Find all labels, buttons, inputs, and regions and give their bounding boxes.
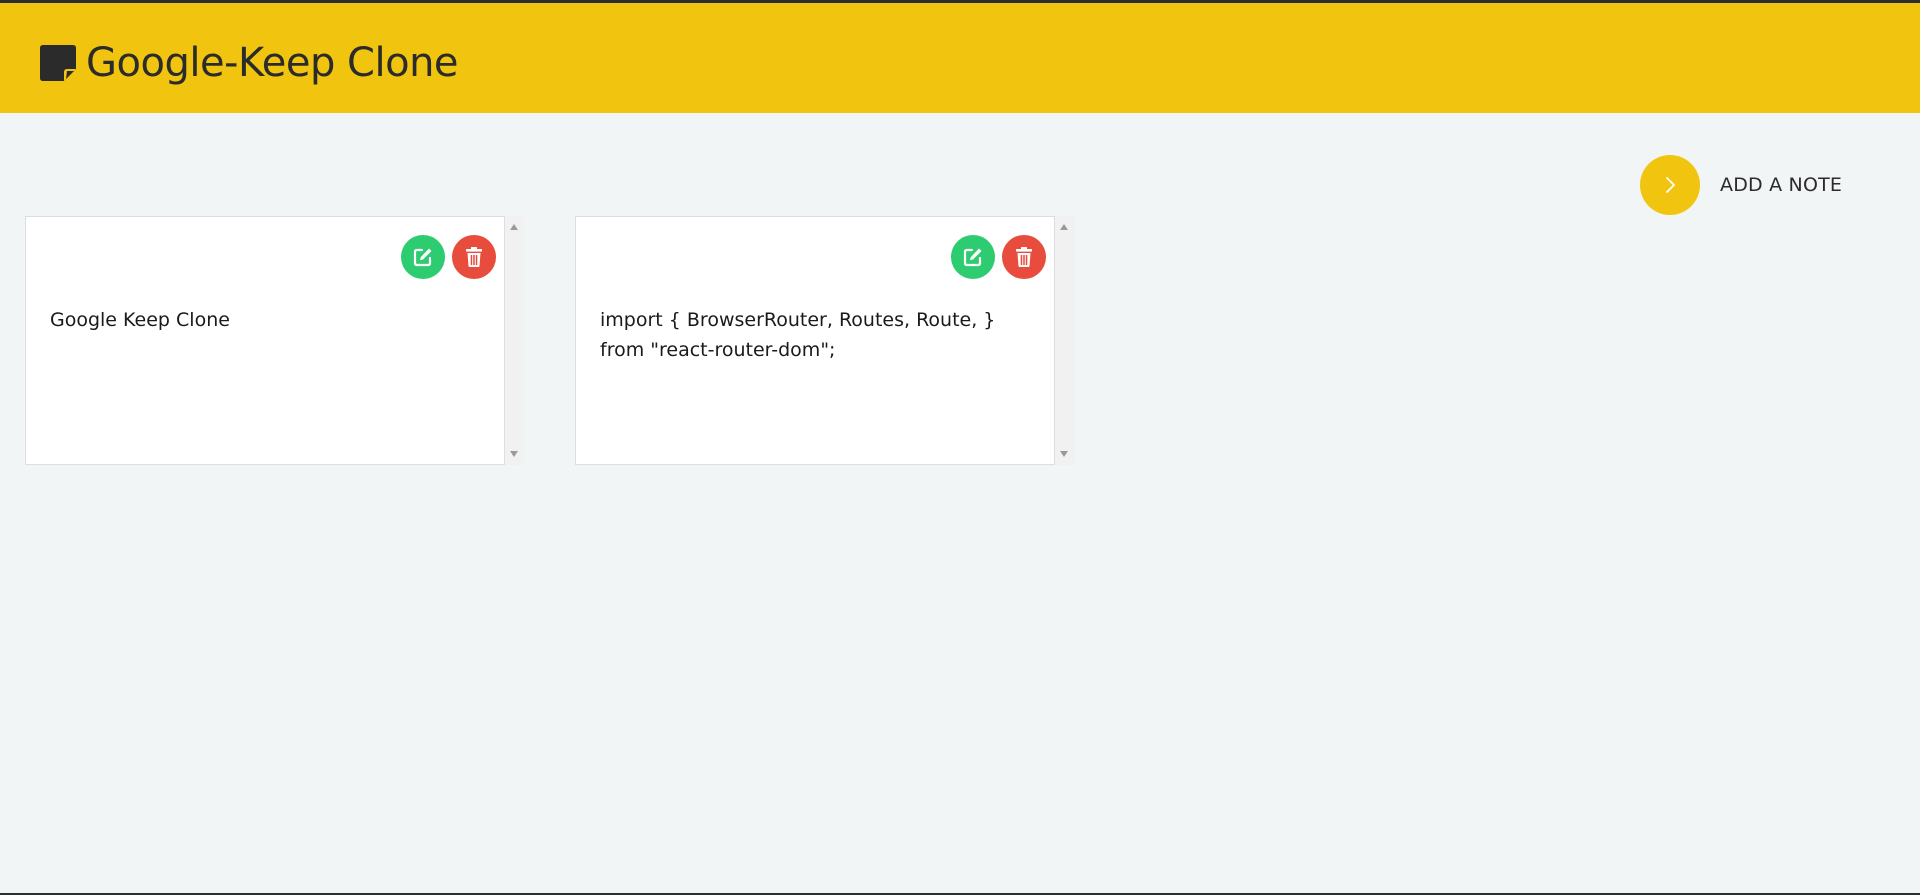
add-note-label[interactable]: ADD A NOTE — [1720, 174, 1842, 196]
edit-icon — [963, 248, 982, 267]
delete-note-button[interactable] — [452, 235, 496, 279]
add-note-button[interactable]: ADD A NOTE — [1640, 155, 1842, 215]
brand: Google-Keep Clone — [40, 40, 459, 86]
trash-icon — [1016, 247, 1032, 267]
note-body: Google Keep Clone — [25, 216, 505, 465]
chevron-right-icon — [1666, 177, 1675, 193]
note-scrollbar[interactable] — [1055, 216, 1074, 465]
note-text[interactable]: import { BrowserRouter, Routes, Route, }… — [600, 305, 1030, 365]
edit-note-button[interactable] — [951, 235, 995, 279]
delete-note-button[interactable] — [1002, 235, 1046, 279]
edit-note-button[interactable] — [401, 235, 445, 279]
note-actions — [944, 235, 1046, 279]
add-note-circle[interactable] — [1640, 155, 1700, 215]
note-card: Google Keep Clone — [25, 216, 525, 466]
app-header: Google-Keep Clone — [0, 3, 1920, 113]
trash-icon — [466, 247, 482, 267]
scroll-up-arrow-icon[interactable] — [1060, 224, 1068, 230]
app-title: Google-Keep Clone — [86, 40, 459, 86]
note-body: import { BrowserRouter, Routes, Route, }… — [575, 216, 1055, 465]
scroll-down-arrow-icon[interactable] — [510, 451, 518, 457]
note-scrollbar[interactable] — [505, 216, 524, 465]
sticky-note-icon — [40, 45, 76, 81]
note-card: import { BrowserRouter, Routes, Route, }… — [575, 216, 1075, 466]
edit-icon — [413, 248, 432, 267]
note-text[interactable]: Google Keep Clone — [50, 305, 480, 335]
scroll-down-arrow-icon[interactable] — [1060, 451, 1068, 457]
scroll-up-arrow-icon[interactable] — [510, 224, 518, 230]
note-actions — [394, 235, 496, 279]
